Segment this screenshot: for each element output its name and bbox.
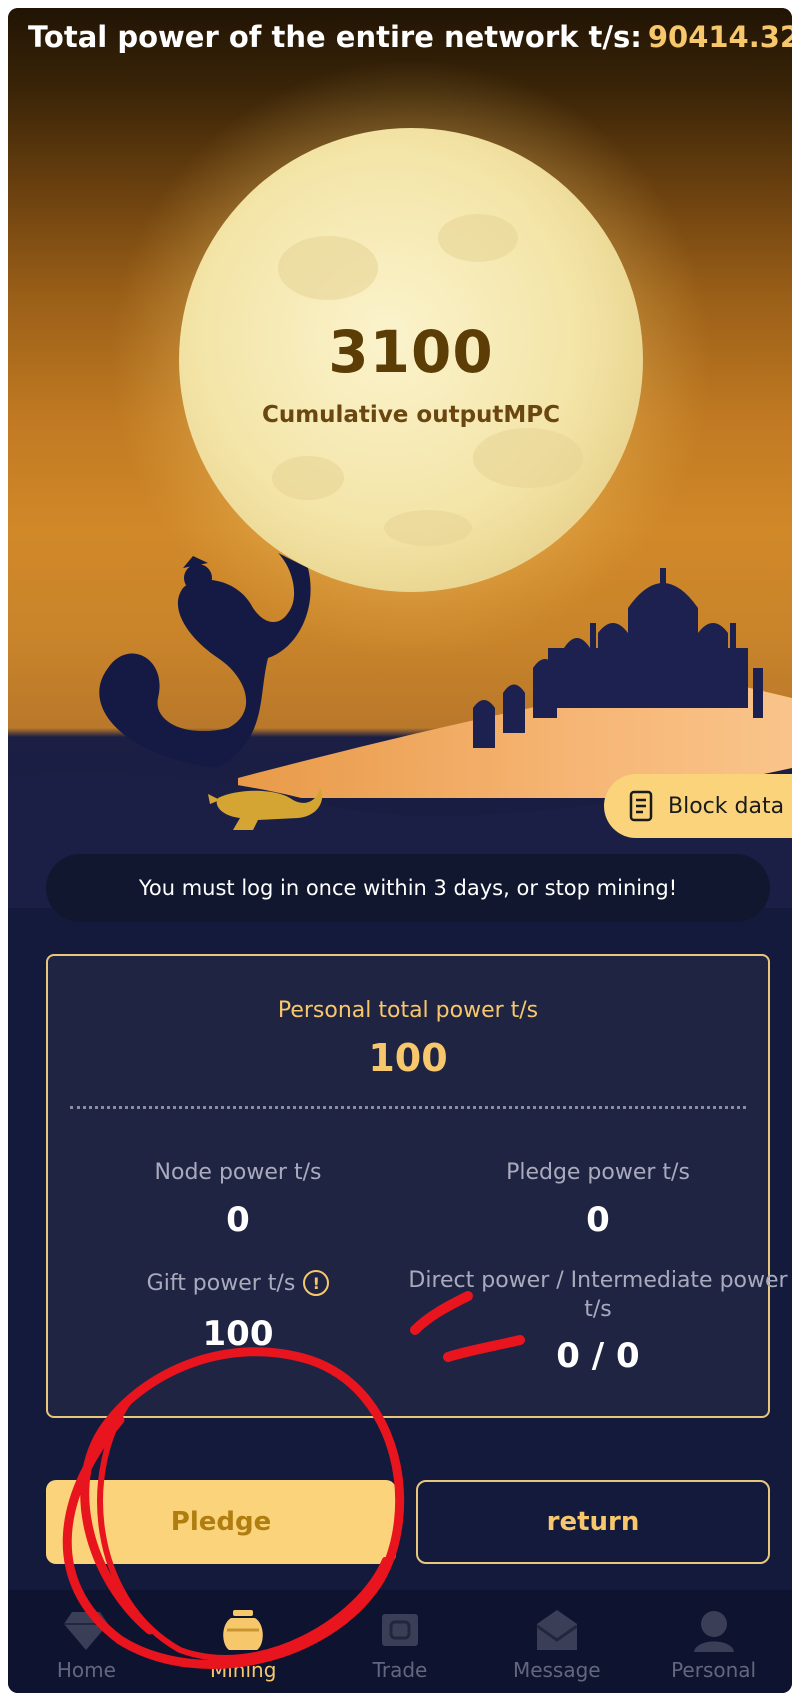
cumulative-output: 3100 Cumulative outputMPC [175, 318, 647, 428]
bottom-nav: Home Mining Trade Message Personal [8, 1590, 792, 1693]
jar-icon [223, 1610, 263, 1650]
nav-item-message[interactable]: Message [478, 1590, 635, 1693]
envelope-icon [535, 1610, 578, 1650]
block-data-label: Block data [668, 793, 785, 819]
pledge-power-label: Pledge power t/s [506, 1160, 690, 1185]
direct-power-label: Direct power / Intermediate power t/s [408, 1268, 788, 1322]
network-power-value: 90414.32394 [647, 20, 792, 54]
node-power-value: 0 [226, 1200, 250, 1240]
pledge-button[interactable]: Pledge [46, 1480, 396, 1564]
nav-item-personal[interactable]: Personal [635, 1590, 792, 1693]
scroll-icon [629, 790, 653, 822]
return-button[interactable]: return [416, 1480, 770, 1564]
gift-power-value: 100 [202, 1314, 274, 1354]
dotted-divider [70, 1106, 746, 1109]
node-power-label: Node power t/s [154, 1160, 322, 1185]
cumulative-output-label: Cumulative outputMPC [261, 402, 561, 428]
nav-item-trade[interactable]: Trade [322, 1590, 479, 1693]
nav-label-mining: Mining [209, 1658, 277, 1682]
person-icon [693, 1611, 734, 1652]
hero-banner: Total power of the entire network t/s: 9… [8, 8, 792, 908]
login-notice: You must log in once within 3 days, or s… [46, 854, 770, 922]
network-power-banner: Total power of the entire network t/s: 9… [28, 20, 792, 54]
network-power-label: Total power of the entire network t/s: [28, 20, 642, 54]
nav-label-personal: Personal [671, 1658, 757, 1682]
direct-power-value: 0 / 0 [556, 1336, 640, 1376]
personal-power-label: Personal total power t/s [277, 998, 539, 1023]
gift-power-row: Gift power t/s ! [48, 1270, 428, 1296]
desert-night-illustration [8, 60, 792, 908]
diamond-icon [64, 1612, 109, 1650]
cumulative-output-value: 3100 [328, 318, 494, 386]
nav-label-home: Home [56, 1658, 116, 1682]
trade-icon [381, 1614, 418, 1646]
personal-power-value: 100 [368, 1036, 448, 1080]
nav-item-home[interactable]: Home [8, 1590, 165, 1693]
nav-label-trade: Trade [372, 1658, 428, 1682]
info-icon[interactable]: ! [303, 1270, 330, 1296]
nav-item-mining[interactable]: Mining [165, 1590, 322, 1693]
block-data-button[interactable]: Block data [604, 774, 792, 838]
power-stats-card: Personal total power t/s 100 Node power … [46, 954, 788, 1418]
nav-label-message: Message [512, 1658, 601, 1682]
pledge-power-value: 0 [586, 1200, 610, 1240]
gift-power-label: Gift power t/s [146, 1270, 296, 1296]
mining-screen: Total power of the entire network t/s: 9… [8, 8, 792, 1693]
